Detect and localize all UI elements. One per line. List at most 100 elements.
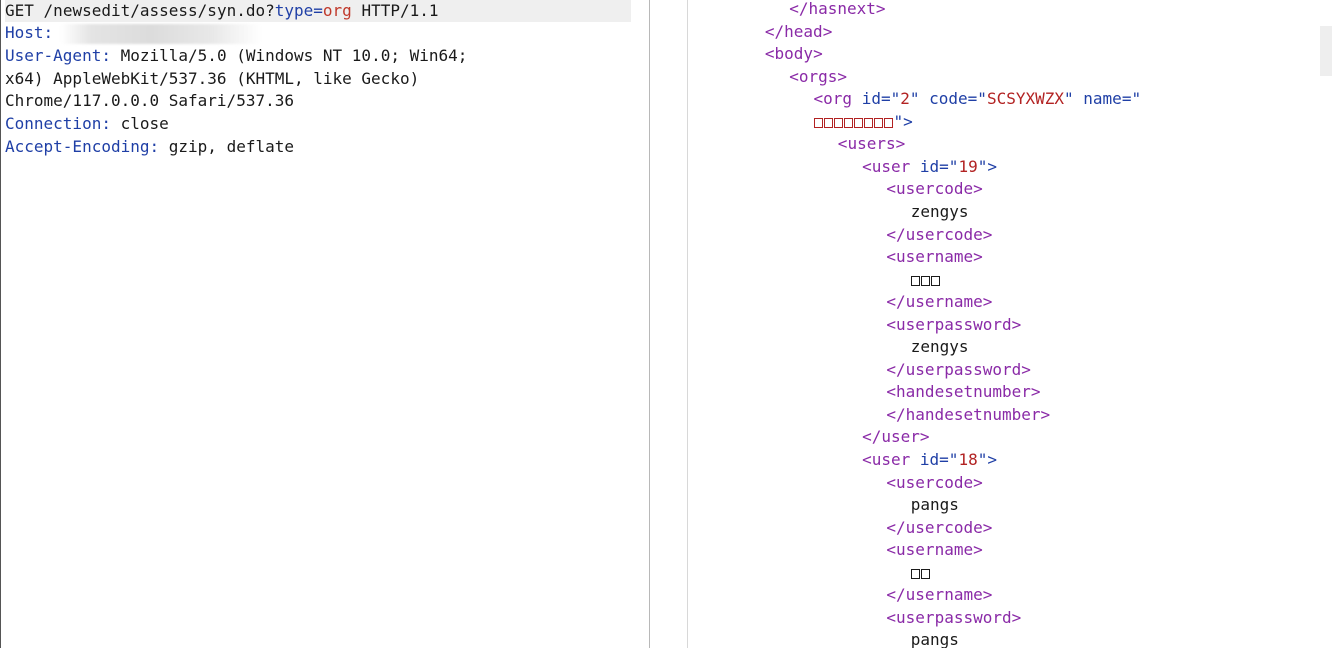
xml-attr-name: id xyxy=(919,156,940,176)
tag-bracket: > xyxy=(1040,404,1051,424)
editor-gutter xyxy=(687,0,688,648)
tag-bracket: < xyxy=(886,607,897,627)
xml-line[interactable]: <user id="19"> xyxy=(862,156,997,178)
tag-bracket: < xyxy=(837,134,848,154)
tag-bracket: > xyxy=(837,66,847,86)
xml-tag-name: org xyxy=(823,89,853,109)
xml-tag-name: username xyxy=(896,540,974,560)
xml-tag-name: usercode xyxy=(905,517,983,537)
response-pane: </hasnext> </head> <body> <orgs> <org id="2"… xyxy=(650,0,1332,648)
xml-line[interactable] xyxy=(910,562,931,584)
xml-text-value: zengys xyxy=(910,337,969,357)
xml-line[interactable]: pangs xyxy=(911,629,959,648)
tag-bracket: > xyxy=(895,134,906,154)
xml-line[interactable]: </hasnext> xyxy=(789,0,885,20)
header-line-connection[interactable]: Connection: close xyxy=(5,113,169,135)
tag-bracket: < xyxy=(886,247,897,267)
xml-attr-name: id xyxy=(861,89,881,109)
tag-bracket: < xyxy=(862,156,872,176)
tag-bracket: < xyxy=(886,540,897,560)
tag-bracket: </ xyxy=(764,21,785,41)
xml-attr-value: 2 xyxy=(900,89,910,109)
tag-bracket: </ xyxy=(886,359,906,379)
garbled-username xyxy=(910,269,941,291)
xml-line[interactable]: </handesetnumber> xyxy=(886,404,1050,426)
xml-line[interactable]: <handesetnumber> xyxy=(886,381,1040,403)
xml-line[interactable] xyxy=(910,269,941,291)
header-name: Host: xyxy=(5,23,54,42)
request-method: GET xyxy=(5,1,34,20)
garbled-username xyxy=(910,562,931,584)
tag-bracket: > xyxy=(982,224,993,244)
xml-line[interactable]: </userpassword> xyxy=(886,359,1031,381)
xml-tag-name: usercode xyxy=(896,472,974,492)
tag-bracket: > xyxy=(1011,314,1022,334)
xml-tag-name: username xyxy=(896,247,974,267)
xml-attr-eq: =" xyxy=(880,89,901,109)
xml-attr-name: code xyxy=(929,89,968,109)
request-path: /newsedit/assess/syn.do? xyxy=(43,1,275,20)
request-line[interactable]: GET /newsedit/assess/syn.do?type=org HTT… xyxy=(5,0,631,22)
header-line-continuation[interactable]: Chrome/117.0.0.0 Safari/537.36 xyxy=(5,90,294,112)
xml-tag-name: usercode xyxy=(896,179,974,199)
query-param-eq: = xyxy=(313,1,323,20)
xml-attr-eq: =" xyxy=(939,156,959,176)
header-line-host[interactable]: Host: xyxy=(5,22,262,44)
redacted-host-value xyxy=(61,23,262,44)
xml-tag-name: user xyxy=(871,450,911,469)
tag-bracket: > xyxy=(919,427,930,447)
header-line-accept-encoding[interactable]: Accept-Encoding: gzip, deflate xyxy=(5,136,294,158)
xml-line[interactable]: zengys xyxy=(911,201,969,223)
xml-line[interactable]: </username> xyxy=(886,291,992,313)
tag-bracket: < xyxy=(886,179,897,199)
xml-line[interactable]: </username> xyxy=(886,584,992,606)
garbled-org-name xyxy=(813,111,894,133)
header-line-continuation[interactable]: x64) AppleWebKit/537.36 (KHTML, like Gec… xyxy=(5,68,419,90)
header-name: Connection: xyxy=(5,114,111,133)
xml-line[interactable]: <userpassword> xyxy=(886,314,1021,336)
tag-bracket: </ xyxy=(886,517,906,537)
xml-line[interactable]: <usercode> xyxy=(886,472,982,494)
tag-bracket: </ xyxy=(789,0,809,18)
xml-line[interactable]: "> xyxy=(813,111,913,133)
xml-line[interactable]: <orgs> xyxy=(789,66,847,88)
xml-line[interactable]: </usercode> xyxy=(886,517,992,539)
xml-tag-name: user xyxy=(881,427,920,447)
xml-line[interactable]: <usercode> xyxy=(886,178,982,200)
tag-bracket: < xyxy=(764,44,775,64)
xml-line[interactable]: <users> xyxy=(838,133,905,155)
tag-bracket: > xyxy=(973,472,983,492)
header-line-user-agent[interactable]: User-Agent: Mozilla/5.0 (Windows NT 10.0… xyxy=(5,45,467,67)
tag-bracket: < xyxy=(789,66,799,86)
xml-text-value: pangs xyxy=(910,630,959,648)
xml-tag-name: userpassword xyxy=(905,359,1022,379)
xml-line[interactable]: <user id="18"> xyxy=(862,449,997,471)
xml-line[interactable]: <org id="2" code="SCSYXWZX" name=" xyxy=(814,88,1142,110)
tag-bracket: </ xyxy=(886,585,906,605)
xml-attr-eq: =" xyxy=(939,450,959,469)
tag-bracket: < xyxy=(886,382,897,402)
xml-line[interactable]: <username> xyxy=(886,246,982,268)
xml-line[interactable]: <userpassword> xyxy=(886,607,1021,629)
xml-line[interactable]: <username> xyxy=(886,539,982,561)
xml-line[interactable]: </usercode> xyxy=(886,224,992,246)
vertical-scrollbar[interactable] xyxy=(1320,26,1332,76)
xml-attr-name: id xyxy=(919,450,940,469)
tag-bracket: > xyxy=(1021,359,1031,379)
tag-bracket: > xyxy=(982,517,993,537)
xml-tag-name: userpassword xyxy=(896,314,1012,334)
header-value: x64) AppleWebKit/537.36 (KHTML, like Gec… xyxy=(5,69,420,88)
xml-line[interactable]: <body> xyxy=(765,43,823,65)
xml-text-value: pangs xyxy=(910,495,959,515)
xml-line[interactable]: </user> xyxy=(862,426,929,448)
query-param-name: type xyxy=(274,1,314,20)
xml-attr-value: 19 xyxy=(958,156,978,176)
xml-line[interactable]: pangs xyxy=(911,494,959,516)
tag-bracket: > xyxy=(982,585,993,605)
xml-line[interactable]: zengys xyxy=(911,336,969,358)
xml-line[interactable]: </head> xyxy=(765,21,832,43)
tag-bracket: < xyxy=(862,450,872,469)
